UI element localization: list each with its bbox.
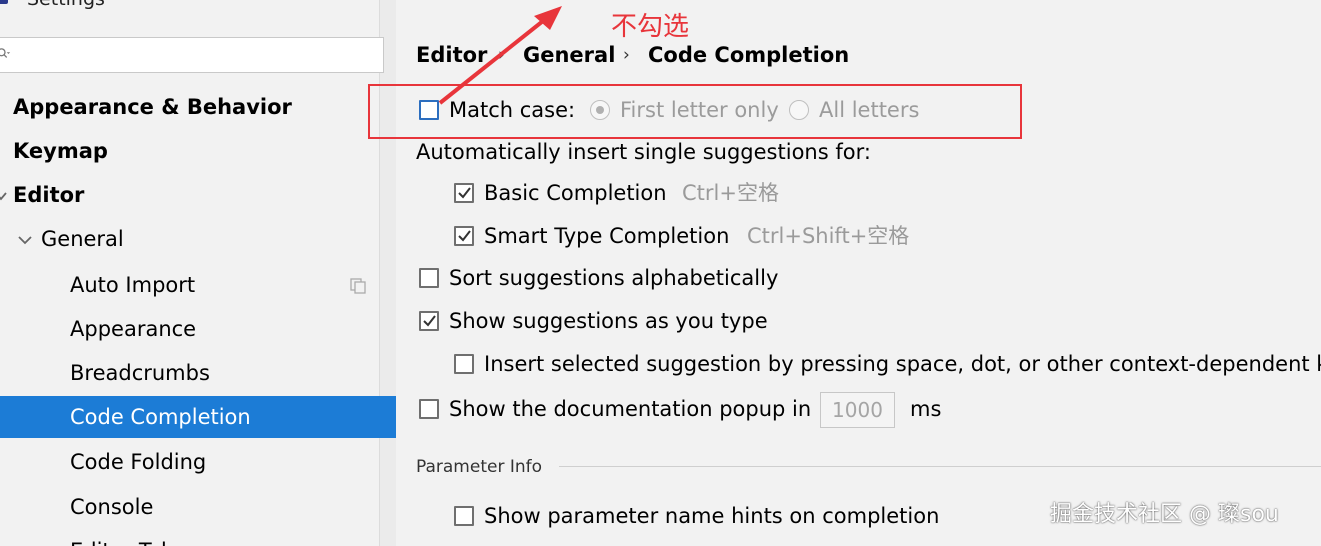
sidebar-item-label: General (41, 227, 124, 251)
param-hints-label: Show parameter name hints on completion (484, 504, 940, 528)
sidebar-item-label: Editor (13, 183, 85, 207)
sidebar-item-code-folding[interactable]: Code Folding (0, 441, 396, 483)
breadcrumb-item-general[interactable]: General (523, 40, 615, 70)
auto-insert-heading: Automatically insert single suggestions … (416, 140, 871, 164)
show-as-type-checkbox[interactable] (419, 311, 439, 331)
sidebar-item-label: Auto Import (70, 273, 196, 297)
param-hints-checkbox[interactable] (454, 506, 474, 526)
annotation-text: 不勾选 (611, 12, 690, 42)
sidebar-item-code-completion[interactable]: Code Completion (0, 396, 396, 438)
sidebar-item-label: Breadcrumbs (70, 361, 210, 385)
window-title: Settings (27, 0, 105, 10)
smart-completion-checkbox[interactable] (454, 226, 474, 246)
breadcrumb-item-code-completion: Code Completion (648, 43, 850, 67)
checkmark-icon (423, 315, 436, 327)
doc-popup-delay-input[interactable]: 1000 (820, 392, 895, 428)
doc-popup-row: Show the documentation popup in (396, 392, 816, 426)
app-icon (0, 0, 8, 4)
sidebar-item-label: Editor Tabs (70, 530, 185, 546)
smart-completion-shortcut: Ctrl+Shift+空格 (747, 224, 910, 248)
sidebar-item-label: Appearance & Behavior (13, 95, 292, 119)
sidebar-item-appearance[interactable]: Appearance (0, 308, 396, 350)
sidebar-item-label: Appearance (70, 317, 197, 341)
smart-completion-row: Smart Type Completion Ctrl+Shift+空格 (396, 219, 996, 253)
section-divider (559, 466, 1321, 467)
basic-completion-shortcut: Ctrl+空格 (682, 181, 779, 205)
sidebar-item-label: Code Completion (70, 405, 251, 429)
insert-selected-label: Insert selected suggestion by pressing s… (484, 352, 1321, 376)
doc-popup-unit: ms (910, 397, 942, 421)
sidebar-item-label: Console (70, 495, 154, 519)
param-hints-row: Show parameter name hints on completion (396, 499, 996, 533)
basic-completion-checkbox[interactable] (454, 183, 474, 203)
sidebar-item-console[interactable]: Console (0, 486, 396, 528)
sort-suggestions-label: Sort suggestions alphabetically (449, 266, 779, 290)
doc-popup-checkbox[interactable] (419, 399, 439, 419)
sidebar-item-keymap[interactable]: Keymap (0, 130, 396, 172)
sidebar-item-breadcrumbs[interactable]: Breadcrumbs (0, 352, 396, 394)
basic-completion-label: Basic Completion (484, 181, 667, 205)
settings-search-input[interactable] (0, 37, 384, 73)
insert-selected-checkbox[interactable] (454, 354, 474, 374)
settings-sidebar: Settings Appearance & Behavior Keymap Ed… (0, 0, 397, 546)
breadcrumb-item-editor[interactable]: Editor (416, 40, 487, 70)
sidebar-item-appearance-behavior[interactable]: Appearance & Behavior (0, 86, 396, 128)
parameter-info-heading: Parameter Info (416, 457, 543, 477)
insert-selected-row: Insert selected suggestion by pressing s… (396, 347, 1321, 381)
sidebar-item-label: Keymap (13, 139, 108, 163)
chevron-down-icon[interactable] (18, 233, 32, 247)
sidebar-item-auto-import[interactable]: Auto Import (0, 264, 396, 306)
settings-window: Settings Appearance & Behavior Keymap Ed… (0, 0, 1321, 546)
checkmark-icon (458, 187, 471, 199)
copy-icon (350, 278, 366, 294)
watermark: 掘金技术社区 @ 璨sou (1050, 502, 1279, 527)
search-icon (0, 48, 11, 58)
doc-popup-label: Show the documentation popup in (449, 397, 812, 421)
settings-content: Editor › General › Code Completion Match… (396, 0, 1321, 546)
sort-suggestions-checkbox[interactable] (419, 268, 439, 288)
sidebar-item-editor[interactable]: Editor (0, 174, 396, 216)
breadcrumb-separator: › (498, 45, 505, 65)
basic-completion-row: Basic Completion Ctrl+空格 (396, 176, 896, 210)
checkmark-icon (458, 230, 471, 242)
breadcrumb-separator: › (623, 45, 630, 65)
sort-suggestions-row: Sort suggestions alphabetically (396, 261, 896, 295)
show-as-type-row: Show suggestions as you type (396, 304, 896, 338)
chevron-down-icon[interactable] (0, 189, 8, 203)
show-as-type-label: Show suggestions as you type (449, 309, 768, 333)
sidebar-item-editor-tabs[interactable]: Editor Tabs (0, 530, 396, 546)
sidebar-item-label: Code Folding (70, 450, 207, 474)
sidebar-item-general[interactable]: General (0, 218, 396, 260)
smart-completion-label: Smart Type Completion (484, 224, 730, 248)
annotation-highlight-box (368, 84, 1022, 139)
